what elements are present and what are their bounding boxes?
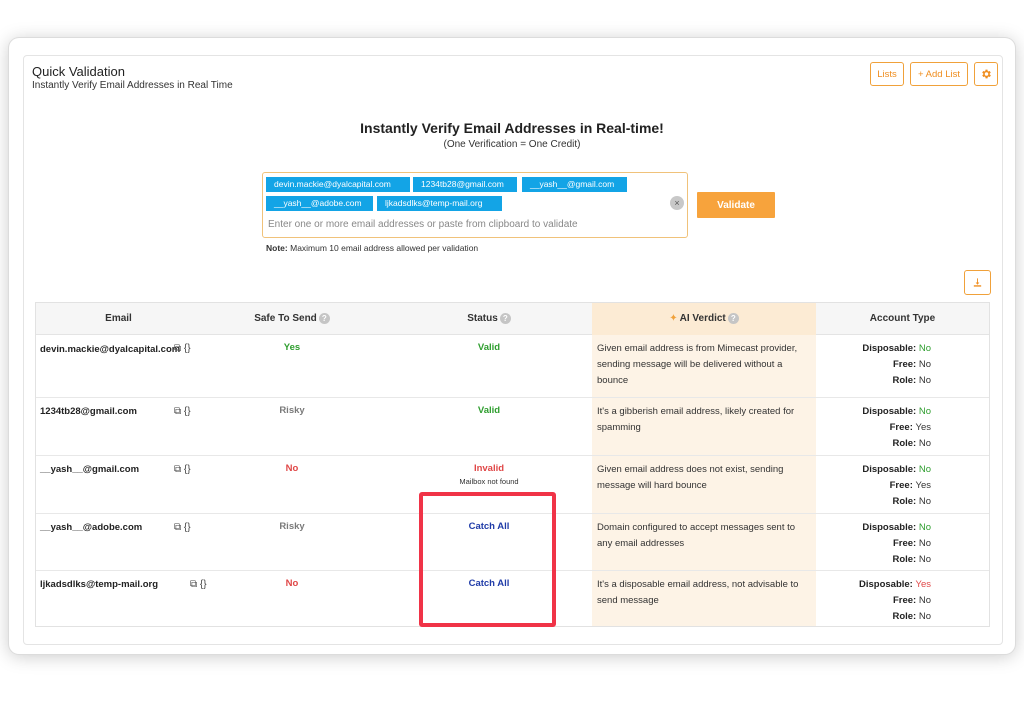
row-account: Disposable: Yes Free: No Role: No [859, 579, 931, 622]
hero-subtitle: (One Verification = One Credit) [443, 139, 581, 150]
hero-title: Instantly Verify Email Addresses in Real… [360, 120, 664, 136]
clear-icon[interactable]: × [670, 196, 684, 210]
email-input-placeholder[interactable]: Enter one or more email addresses or pas… [268, 219, 578, 230]
add-list-button[interactable]: + Add List [910, 62, 968, 86]
email-chip[interactable]: __yash__@gmail.com [522, 177, 627, 192]
status-detail: Mailbox not found [459, 477, 519, 486]
col-safe-to-send: Safe To Send? [236, 303, 348, 335]
row-status: Invalid Mailbox not found [416, 461, 562, 487]
help-icon[interactable]: ? [727, 312, 739, 324]
gear-icon [982, 69, 991, 79]
help-icon[interactable]: ? [318, 312, 330, 324]
page-title: Quick Validation [32, 64, 125, 79]
copy-icon[interactable]: ⧉ {} [174, 464, 191, 475]
row-verdict: Domain configured to accept messages sen… [597, 522, 796, 549]
table-row: devin.mackie@dyalcapital.com ⧉ {} Yes Va… [36, 335, 989, 398]
col-account-type: Account Type [869, 313, 936, 324]
email-chip[interactable]: devin.mackie@dyalcapital.com [266, 177, 410, 192]
download-icon [973, 278, 982, 287]
row-email: devin.mackie@dyalcapital.com [40, 344, 181, 355]
row-verdict: It's a gibberish email address, likely c… [597, 406, 795, 433]
help-icon[interactable]: ? [499, 312, 511, 324]
table-header: Email Safe To Send? Status? ✦ AI Verdict?… [36, 303, 989, 335]
row-safe: Risky [279, 405, 305, 416]
validation-note: Note: Maximum 10 email address allowed p… [266, 243, 479, 253]
email-chip[interactable]: __yash__@adobe.com [266, 196, 373, 211]
col-email: Email [105, 313, 132, 324]
col-status: Status? [416, 303, 562, 335]
row-safe: No [285, 463, 299, 474]
row-email: __yash__@adobe.com [40, 522, 143, 533]
row-account: Disposable: No Free: No Role: No [862, 522, 931, 565]
catch-all-highlight [419, 492, 556, 627]
copy-icon[interactable]: ⧉ {} [174, 406, 191, 417]
row-status: Valid [477, 342, 501, 353]
copy-icon[interactable]: ⧉ {} [174, 343, 191, 354]
email-input-box[interactable]: devin.mackie@dyalcapital.com 1234tb28@gm… [262, 172, 688, 238]
row-verdict: It's a disposable email address, not adv… [597, 579, 799, 606]
validate-button[interactable]: Validate [697, 192, 775, 218]
row-safe: Risky [279, 521, 305, 532]
row-verdict: Given email address is from Mimecast pro… [597, 343, 798, 386]
row-safe: Yes [283, 342, 301, 353]
copy-icon[interactable]: ⧉ {} [190, 579, 207, 590]
email-chip[interactable]: ljkadsdlks@temp-mail.org [377, 196, 502, 211]
row-email: 1234tb28@gmail.com [40, 406, 137, 417]
email-chip[interactable]: 1234tb28@gmail.com [413, 177, 517, 192]
row-email: ljkadsdlks@temp-mail.org [40, 579, 159, 590]
row-account: Disposable: No Free: Yes Role: No [862, 406, 931, 449]
download-button[interactable] [964, 270, 991, 295]
row-verdict: Given email address does not exist, send… [597, 464, 784, 491]
table-row: 1234tb28@gmail.com ⧉ {} Risky Valid It's… [36, 398, 989, 456]
copy-icon[interactable]: ⧉ {} [174, 522, 191, 533]
row-account: Disposable: No Free: No Role: No [862, 343, 931, 386]
row-email: __yash__@gmail.com [40, 464, 140, 475]
col-ai-verdict: ✦ AI Verdict? [592, 303, 816, 335]
page-subtitle: Instantly Verify Email Addresses in Real… [32, 80, 233, 91]
row-safe: No [285, 578, 299, 589]
row-account: Disposable: No Free: Yes Role: No [862, 464, 931, 507]
row-status: Valid [477, 405, 501, 416]
lists-button[interactable]: Lists [870, 62, 904, 86]
sparkle-icon: ✦ [669, 313, 678, 324]
settings-button[interactable] [974, 62, 998, 86]
